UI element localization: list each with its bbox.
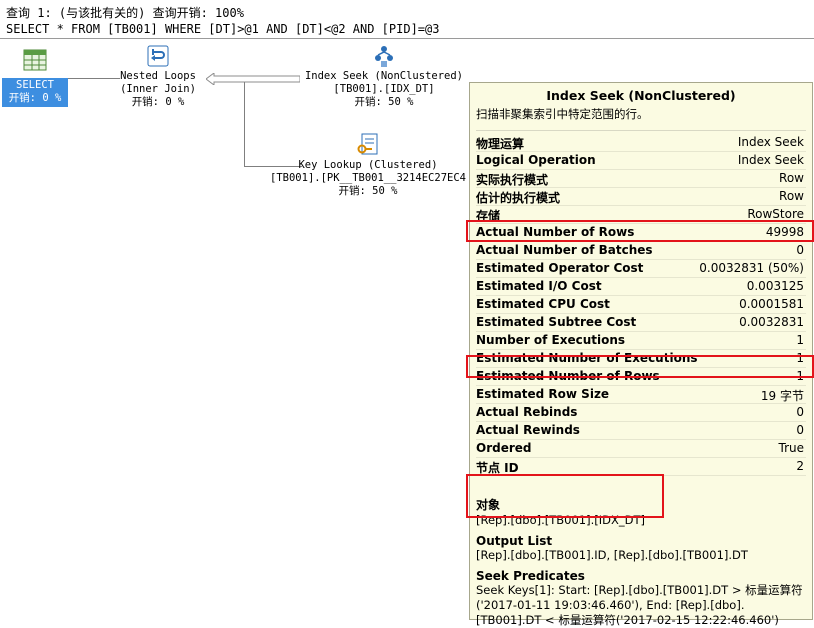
nested-loops-node[interactable]: Nested Loops (Inner Join) 开销: 0 % <box>110 44 206 109</box>
nested-loops-title: Nested Loops <box>120 70 196 82</box>
property-value: Index Seek <box>737 153 804 167</box>
property-row: Actual Rewinds 0 <box>476 422 806 440</box>
property-value: 0.003125 <box>746 279 804 293</box>
highlight-actual-rows <box>466 220 814 242</box>
property-name: 物理运算 <box>476 137 525 151</box>
connector-vertical <box>244 82 245 167</box>
property-row: Ordered True <box>476 440 806 458</box>
connector-arrow-loops-seek <box>205 70 301 86</box>
property-value: 0.0001581 <box>739 297 804 311</box>
tooltip-title: Index Seek (NonClustered) <box>546 88 736 103</box>
index-seek-node[interactable]: Index Seek (NonClustered) [TB001].[IDX_D… <box>298 44 470 109</box>
property-value: 1 <box>796 333 804 347</box>
property-name: Estimated CPU Cost <box>476 297 610 311</box>
property-value: 0 <box>796 423 804 437</box>
property-row: Estimated Row Size 19 字节 <box>476 386 806 404</box>
property-value: 0 <box>796 405 804 419</box>
property-value: RowStore <box>747 207 804 221</box>
key-lookup-icon <box>357 133 378 155</box>
property-name: Estimated Subtree Cost <box>476 315 637 329</box>
select-label: SELECT <box>16 79 54 91</box>
seek-predicates-value: Seek Keys[1]: Start: [Rep].[dbo].[TB001]… <box>476 583 803 627</box>
property-value: Index Seek <box>737 135 804 149</box>
key-lookup-cost: 开销: 50 % <box>338 185 398 197</box>
property-row: Estimated I/O Cost 0.003125 <box>476 278 806 296</box>
property-row: Estimated Subtree Cost 0.0032831 <box>476 314 806 332</box>
property-name: Logical Operation <box>476 153 596 167</box>
property-value: 19 字节 <box>760 389 804 403</box>
index-seek-title: Index Seek (NonClustered) <box>304 70 464 82</box>
property-name: Actual Rebinds <box>476 405 578 419</box>
nested-loops-cost: 开销: 0 % <box>131 96 185 108</box>
select-node[interactable] <box>2 48 68 76</box>
property-name: Estimated Row Size <box>476 387 610 401</box>
key-lookup-title: Key Lookup (Clustered) <box>298 159 438 171</box>
nested-loops-subtitle: (Inner Join) <box>120 83 196 95</box>
property-name: Estimated Operator Cost <box>476 261 644 275</box>
property-row: Estimated CPU Cost 0.0001581 <box>476 296 806 314</box>
highlight-estimated-rows <box>466 355 814 378</box>
property-row: 物理运算 Index Seek <box>476 134 806 152</box>
property-value: 0.0032831 <box>739 315 804 329</box>
property-name: Ordered <box>476 441 532 455</box>
output-list-value: [Rep].[dbo].[TB001].ID, [Rep].[dbo].[TB0… <box>476 548 748 562</box>
property-row: 实际执行模式 Row <box>476 170 806 188</box>
property-name: Actual Number of Batches <box>476 243 653 257</box>
operator-tooltip: Index Seek (NonClustered) 扫描非聚集索引中特定范围的行… <box>469 82 813 627</box>
seek-predicates-header: Seek Predicates <box>476 569 585 583</box>
property-row: Estimated Operator Cost 0.0032831 (50%) <box>476 260 806 278</box>
property-name: Estimated I/O Cost <box>476 279 602 293</box>
index-seek-icon <box>375 46 393 67</box>
select-icon <box>23 49 47 71</box>
property-row: Actual Rebinds 0 <box>476 404 806 422</box>
nested-loops-icon <box>147 45 169 67</box>
property-row: Number of Executions 1 <box>476 332 806 350</box>
property-name: Number of Executions <box>476 333 626 347</box>
property-row: Logical Operation Index Seek <box>476 152 806 170</box>
output-list-header: Output List <box>476 534 553 548</box>
output-list-section: Output List [Rep].[dbo].[TB001].ID, [Rep… <box>476 534 806 563</box>
index-seek-cost: 开销: 50 % <box>354 96 414 108</box>
property-value: 2 <box>796 459 804 473</box>
tooltip-description: 扫描非聚集索引中特定范围的行。 <box>476 107 649 121</box>
property-value: 0.0032831 (50%) <box>699 261 804 275</box>
query-sql-text: SELECT * FROM [TB001] WHERE [DT]>@1 AND … <box>6 22 440 36</box>
tooltip-properties: 物理运算 Index Seek Logical Operation Index Se… <box>470 134 812 476</box>
query-cost-header: 查询 1: (与该批有关的) 查询开销: 100% <box>6 6 244 20</box>
property-value: Row <box>779 189 804 203</box>
property-value: 0 <box>796 243 804 257</box>
header-divider <box>0 38 814 39</box>
index-seek-subtitle: [TB001].[IDX_DT] <box>333 83 435 95</box>
property-name: Actual Rewinds <box>476 423 580 437</box>
property-row: 估计的执行模式 Row <box>476 188 806 206</box>
seek-predicates-section: Seek Predicates Seek Keys[1]: Start: [Re… <box>476 569 806 628</box>
tooltip-divider <box>476 130 806 131</box>
property-value: Row <box>779 171 804 185</box>
property-value: True <box>778 441 805 455</box>
property-name: 估计的执行模式 <box>476 191 561 205</box>
property-name: 实际执行模式 <box>476 173 549 187</box>
key-lookup-node[interactable]: Key Lookup (Clustered) [TB001].[PK__TB00… <box>262 133 474 198</box>
select-cost: 开销: 0 % <box>8 92 62 104</box>
select-node-label[interactable]: SELECT 开销: 0 % <box>2 78 68 107</box>
property-row: Actual Number of Batches 0 <box>476 242 806 260</box>
key-lookup-subtitle: [TB001].[PK__TB001__3214EC27EC4 <box>270 172 466 184</box>
highlight-object <box>466 474 664 518</box>
